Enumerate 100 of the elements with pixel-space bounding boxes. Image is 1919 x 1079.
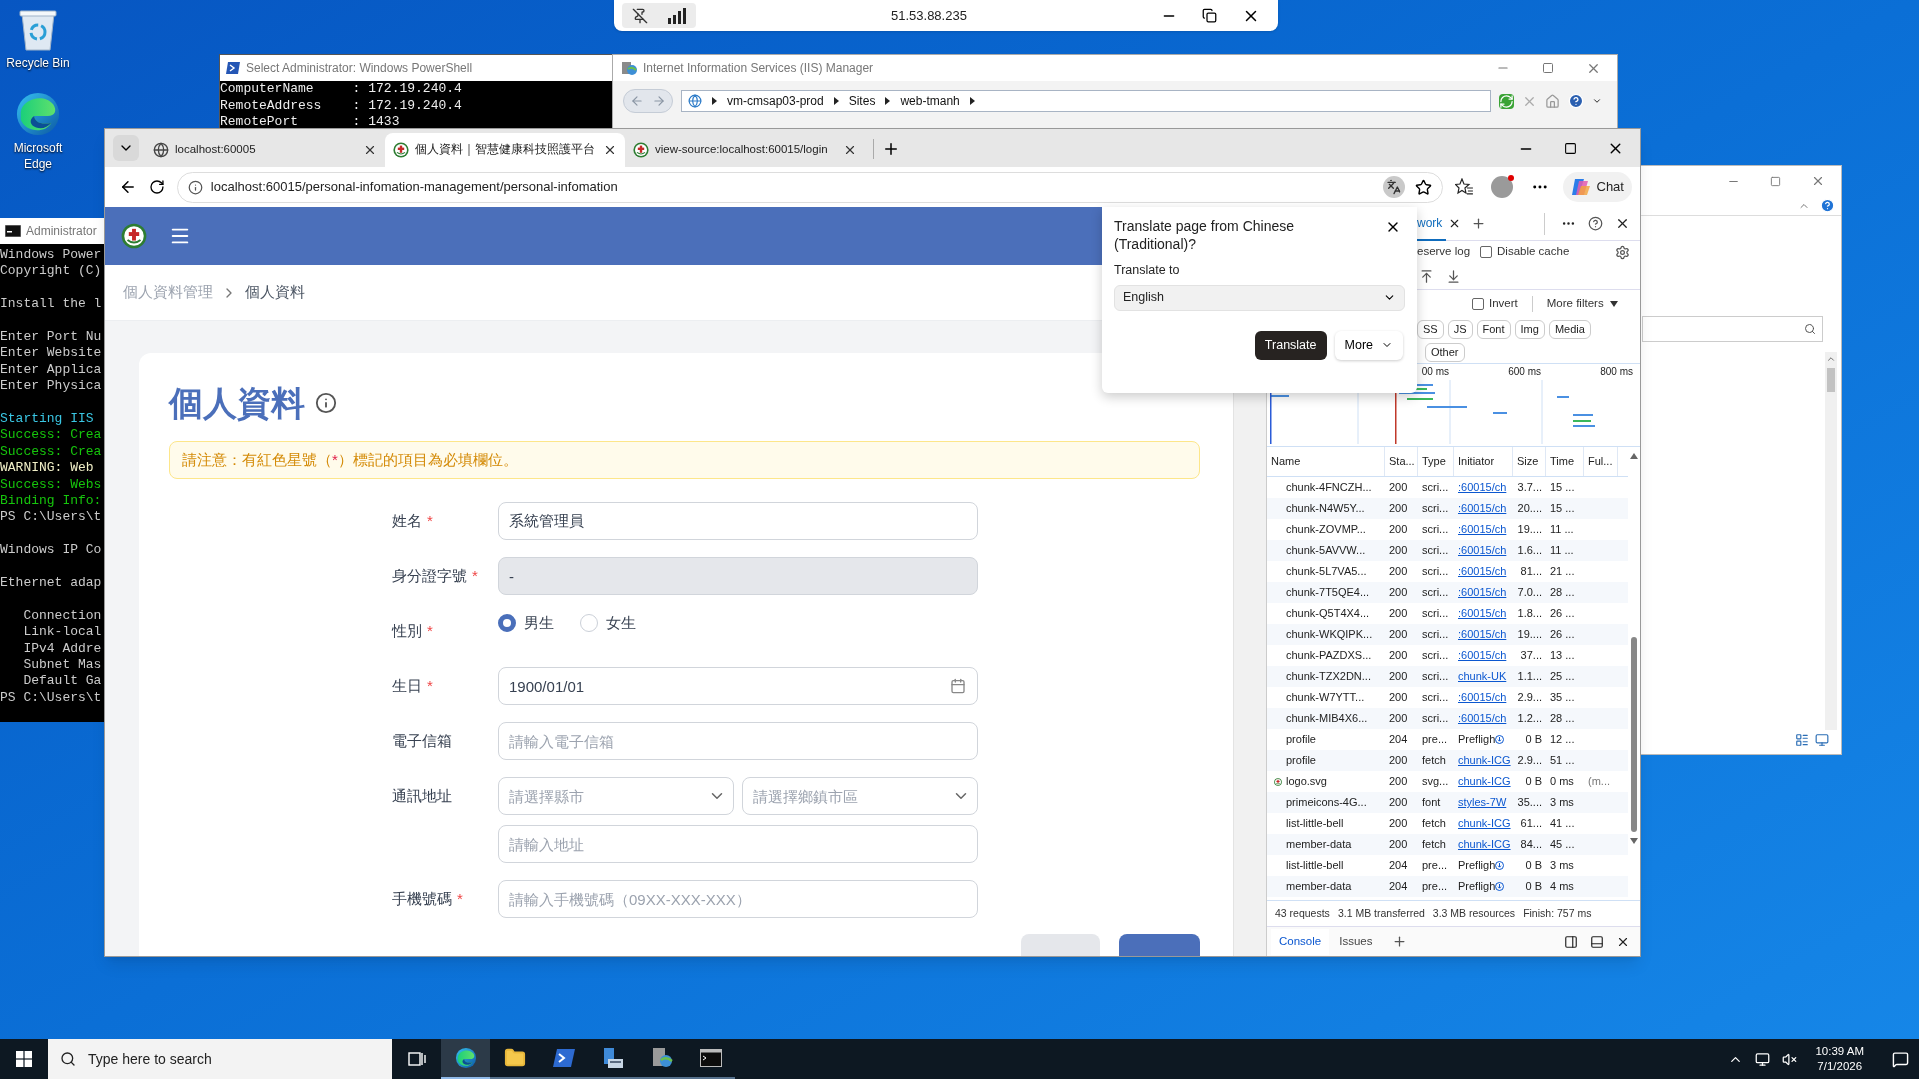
restore-icon[interactable] (1202, 8, 1217, 23)
browser-icon[interactable] (15, 91, 61, 137)
path-segment[interactable]: vm-cmsap03-prod (727, 92, 824, 110)
browser-icon[interactable] (454, 1047, 477, 1069)
table-cell[interactable]: primeicons-4G... (1286, 794, 1367, 811)
table-cell[interactable]: chunk-WKQIPK... (1286, 626, 1373, 643)
initiator-link[interactable]: chunk-ICG (1458, 836, 1511, 853)
settings-icon[interactable] (1615, 244, 1630, 260)
clock-time[interactable]: 10:39 AM (1815, 1044, 1864, 1059)
caret-icon[interactable] (1592, 96, 1602, 106)
column-header[interactable]: Ful... (1584, 447, 1618, 476)
search-icon[interactable] (1804, 323, 1816, 335)
dock-bottom-icon[interactable] (1590, 934, 1604, 949)
dropdown-select[interactable]: 請選擇鄉鎮市區 (742, 777, 978, 815)
table-cell[interactable]: chunk-7T5QE4... (1286, 584, 1370, 601)
table-cell[interactable]: chunk-N4W5Y... (1286, 500, 1365, 517)
dock-right-icon[interactable] (1564, 934, 1578, 949)
home-icon[interactable] (1545, 93, 1560, 109)
table-cell[interactable]: chunk-PAZDXS... (1286, 647, 1372, 664)
help-icon[interactable] (1588, 216, 1603, 231)
more-filters-button[interactable]: More filters (1546, 294, 1618, 313)
tab-list-button[interactable] (113, 135, 139, 161)
initiator-link[interactable]: styles-7W (1458, 794, 1507, 811)
text-field[interactable]: 請輸入手機號碼（09XX-XXX-XXX） (498, 880, 978, 918)
initiator-link[interactable]: chunk-ICG (1458, 815, 1511, 832)
initiator-link[interactable]: chunk-UK (1458, 668, 1507, 685)
initiator-link[interactable]: :60015/ch (1458, 647, 1507, 664)
back-icon[interactable] (119, 178, 137, 196)
table-cell[interactable]: chunk-W7YTT... (1286, 689, 1365, 706)
scroll-up-icon[interactable] (1630, 453, 1638, 459)
breadcrumb-item[interactable]: 個人資料 (245, 281, 305, 304)
scroll-up-icon[interactable] (1826, 354, 1836, 364)
close-icon[interactable] (1615, 216, 1630, 231)
console-icon[interactable] (699, 1049, 722, 1067)
initiator-link[interactable]: chunk-ICG (1458, 773, 1511, 790)
volume-muted-icon[interactable] (1782, 1051, 1798, 1067)
filter-chip[interactable]: Font (1476, 319, 1511, 339)
text-field[interactable]: 系統管理員 (498, 502, 978, 540)
preflight-icon[interactable] (1495, 861, 1505, 870)
details-view-icon[interactable] (1795, 733, 1809, 747)
initiator-link[interactable]: :60015/ch (1458, 500, 1507, 517)
search-field[interactable]: Type here to search (48, 1039, 392, 1079)
translate-icon[interactable] (1382, 176, 1405, 198)
filter-chip[interactable]: Media (1548, 319, 1591, 339)
text-field[interactable]: 請輸入電子信箱 (498, 722, 978, 760)
filter-chip[interactable]: JS (1447, 319, 1473, 339)
import-icon[interactable] (1419, 268, 1434, 284)
initiator-link[interactable]: :60015/ch (1458, 710, 1507, 727)
profile-avatar[interactable] (1490, 176, 1513, 198)
table-cell[interactable]: list-little-bell (1286, 857, 1344, 874)
table-cell[interactable]: chunk-4FNCZH... (1286, 479, 1372, 496)
maximize-icon[interactable] (1564, 142, 1577, 155)
dropdown-select[interactable]: 請選擇縣市 (498, 777, 734, 815)
table-cell[interactable]: chunk-5L7VA5... (1286, 563, 1367, 580)
table-cell[interactable]: chunk-TZX2DN... (1286, 668, 1371, 685)
add-tab-icon[interactable] (1471, 216, 1487, 231)
radio-button[interactable] (498, 614, 516, 633)
address-path-field[interactable]: vm-cmsap03-prod Sites web-tmanh (681, 90, 1491, 112)
site-info-icon[interactable] (187, 179, 203, 195)
table-cell[interactable]: member-data (1286, 878, 1352, 895)
filter-chip[interactable]: Other (1425, 342, 1465, 362)
table-cell[interactable]: profile (1286, 752, 1316, 769)
language-select[interactable]: English (1114, 284, 1405, 311)
server-icon[interactable] (601, 1047, 624, 1069)
table-cell[interactable]: chunk-5AVVW... (1286, 542, 1366, 559)
close-tab-icon[interactable] (363, 143, 377, 157)
preflight-icon[interactable] (1495, 882, 1505, 891)
export-icon[interactable] (1446, 268, 1461, 284)
initiator-link[interactable]: :60015/ch (1458, 542, 1507, 559)
column-header[interactable]: Size (1513, 447, 1546, 476)
browser-tab[interactable]: 個人資料｜智慧健康科技照護平台 (385, 133, 625, 167)
info-icon[interactable] (315, 392, 337, 414)
drawer-tab[interactable]: Console (1271, 928, 1330, 955)
drawer-tab[interactable]: Issues (1331, 928, 1381, 955)
unpin-icon[interactable] (632, 7, 648, 24)
scrollbar-thumb[interactable] (1631, 637, 1637, 832)
table-cell[interactable]: member-data (1286, 836, 1352, 853)
date-field[interactable]: 1900/01/01 (498, 667, 978, 705)
server-globe-icon[interactable] (650, 1047, 673, 1069)
favorites-icon[interactable] (1454, 178, 1473, 196)
column-header[interactable]: Initiator (1454, 447, 1513, 476)
initiator-link[interactable]: :60015/ch (1458, 605, 1507, 622)
initiator-link[interactable]: :60015/ch (1458, 626, 1507, 643)
initiator-link[interactable]: chunk-ICG (1458, 752, 1511, 769)
column-header[interactable]: Sta... (1385, 447, 1418, 476)
filter-chip[interactable]: Img (1514, 319, 1545, 339)
path-segment[interactable]: Sites (848, 92, 876, 110)
tiles-view-icon[interactable] (1815, 733, 1829, 747)
column-header[interactable]: Name (1267, 447, 1385, 476)
table-cell[interactable]: chunk-ZOVMP... (1286, 521, 1366, 538)
search-field[interactable] (1642, 316, 1823, 342)
text-field[interactable]: 請輸入地址 (498, 825, 978, 863)
scroll-down-icon[interactable] (1630, 838, 1638, 844)
checkbox[interactable] (1472, 297, 1484, 310)
favorite-star-icon[interactable] (1414, 178, 1432, 196)
preflight-icon[interactable] (1495, 735, 1505, 744)
notifications-icon[interactable] (1892, 1050, 1909, 1068)
calendar-icon[interactable] (950, 678, 966, 694)
task-view-icon[interactable] (407, 1051, 426, 1067)
chat-button[interactable]: Chat (1562, 172, 1632, 202)
